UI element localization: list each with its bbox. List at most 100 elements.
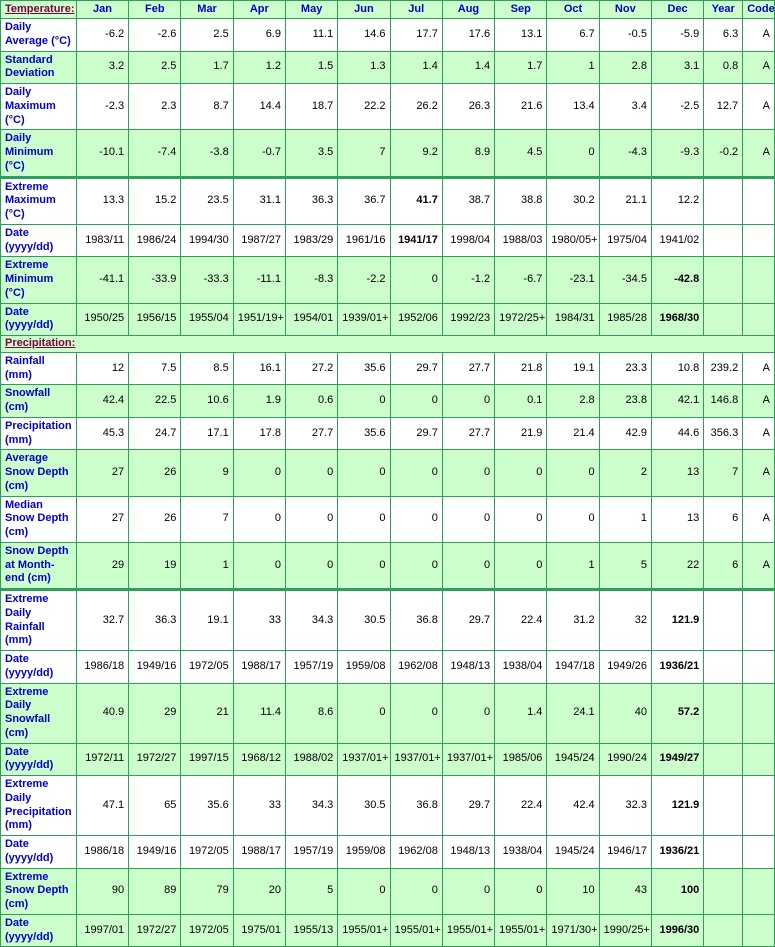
cell-mar: 10.6	[180, 384, 234, 418]
cell-oct: 31.2	[546, 588, 600, 651]
cell-feb: 65	[128, 775, 182, 836]
cell-year	[703, 223, 744, 258]
cell-aug: 0	[441, 449, 496, 497]
cell-sep: 1972/25+	[494, 302, 548, 336]
cell-jun: 36.7	[337, 175, 391, 225]
cell-jul: 1937/01+	[389, 742, 443, 776]
table-row: Snow Depth at Month-end (cm) 29 19 1 0 0 0 0 0 0 1…	[0, 541, 775, 591]
cell-code	[742, 867, 775, 915]
row-label: Snow Depth at Month-end (cm)	[0, 541, 77, 591]
cell-jul: 1952/06	[389, 302, 443, 336]
cell-sep: 21.6	[494, 82, 548, 131]
cell-jan: 42.4	[75, 384, 130, 418]
cell-feb: 1972/27	[128, 742, 182, 776]
cell-apr: 33	[232, 588, 286, 651]
cell-jul: 0	[389, 256, 443, 304]
cell-oct: 2.8	[546, 384, 600, 418]
cell-year: 7	[703, 449, 744, 497]
cell-aug: 0	[441, 495, 496, 543]
cell-apr: 11.4	[232, 682, 286, 744]
cell-code: A	[742, 18, 775, 52]
cell-nov: 2	[598, 449, 652, 497]
cell-apr: 14.4	[232, 82, 286, 131]
cell-year: 239.2	[703, 351, 744, 386]
cell-jun: 1.3	[337, 50, 391, 84]
cell-nov: -34.5	[598, 256, 652, 304]
cell-jun: 35.6	[337, 351, 391, 386]
cell-oct: 1980/05+	[546, 223, 600, 258]
cell-oct: 10	[546, 867, 600, 915]
cell-jun: 22.2	[337, 82, 391, 131]
cell-jul: 0	[389, 682, 443, 744]
cell-sep: 21.9	[494, 416, 548, 451]
column-header-jul: Jul	[389, 0, 443, 19]
cell-jul: 1.4	[389, 50, 443, 84]
table-row: Rainfall (mm) 12 7.5 8.5 16.1 27.2 35.6 29.7 27.…	[0, 351, 775, 386]
row-label: Extreme Daily Rainfall (mm)	[0, 588, 77, 651]
cell-sep: 1938/04	[494, 835, 548, 869]
cell-jun: 1961/16	[337, 223, 391, 258]
table-row: Extreme Maximum (°C) 13.3 15.2 23.5 31.1 36.3…	[0, 175, 775, 225]
cell-sep: 0	[494, 541, 548, 591]
cell-sep: 1985/06	[494, 742, 548, 776]
cell-jan: 1986/18	[75, 835, 130, 869]
cell-may: 0	[284, 541, 339, 591]
cell-dec: -9.3	[650, 129, 705, 178]
table-row: Median Snow Depth (cm) 27 26 7 0 0 0 0 0 0 0 1 13 6 A	[0, 495, 775, 543]
cell-oct: 24.1	[546, 682, 600, 744]
cell-dec: 100	[650, 867, 705, 915]
table-row: Date (yyyy/dd) 1972/11 1972/27 1997/15 1968/…	[0, 742, 775, 776]
cell-mar: 1	[180, 541, 234, 591]
cell-apr: 0	[232, 495, 286, 543]
cell-nov: 1985/28	[598, 302, 652, 336]
cell-year	[703, 175, 744, 225]
cell-feb: 24.7	[128, 416, 182, 451]
row-label: Date (yyyy/dd)	[0, 835, 77, 869]
cell-jan: -2.3	[75, 82, 130, 131]
table-row: Daily Average (°C) -6.2 -2.6 2.5 6.9 11.1 14.6…	[0, 18, 775, 52]
cell-aug: 1992/23	[441, 302, 496, 336]
cell-feb: 1949/16	[128, 650, 182, 684]
row-label: Daily Maximum (°C)	[0, 82, 77, 131]
column-header-feb: Feb	[128, 0, 182, 19]
cell-aug: 0	[441, 384, 496, 418]
cell-feb: 2.3	[128, 82, 182, 131]
column-header-jan: Jan	[75, 0, 130, 19]
cell-feb: 15.2	[128, 175, 182, 225]
cell-year: 12.7	[703, 82, 744, 131]
cell-jul: 29.7	[389, 351, 443, 386]
cell-nov: 1949/26	[598, 650, 652, 684]
cell-code: A	[742, 82, 775, 131]
table-row: Precipitation (mm) 45.3 24.7 17.1 17.8 27.7 35…	[0, 416, 775, 451]
cell-aug: 17.6	[441, 18, 496, 52]
cell-dec: 13	[650, 449, 705, 497]
cell-may: 0.6	[284, 384, 339, 418]
table-row: Extreme Minimum (°C) -41.1 -33.9 -33.3 -11.1…	[0, 256, 775, 304]
row-label: Median Snow Depth (cm)	[0, 495, 77, 543]
cell-oct: 0	[546, 495, 600, 543]
cell-may: -8.3	[284, 256, 339, 304]
cell-feb: 22.5	[128, 384, 182, 418]
cell-sep: 21.8	[494, 351, 548, 386]
row-label: Extreme Minimum (°C)	[0, 256, 77, 304]
cell-dec: 42.1	[650, 384, 705, 418]
cell-jul: 1962/08	[389, 835, 443, 869]
cell-apr: 1988/17	[232, 835, 286, 869]
row-label: Extreme Snow Depth (cm)	[0, 867, 77, 915]
cell-code: A	[742, 351, 775, 386]
cell-may: 0	[284, 449, 339, 497]
cell-apr: 1987/27	[232, 223, 286, 258]
column-header-apr: Apr	[232, 0, 286, 19]
cell-aug: 1937/01+	[441, 742, 496, 776]
cell-jan: 40.9	[75, 682, 130, 744]
cell-jun: -2.2	[337, 256, 391, 304]
cell-code: A	[742, 129, 775, 178]
table-row: Extreme Daily Precipitation (mm) 47.1 65 35…	[0, 775, 775, 836]
cell-may: 1955/13	[284, 913, 339, 947]
cell-year	[703, 775, 744, 836]
cell-feb: -7.4	[128, 129, 182, 178]
cell-mar: 1955/04	[180, 302, 234, 336]
row-label: Rainfall (mm)	[0, 351, 77, 386]
cell-feb: 7.5	[128, 351, 182, 386]
cell-aug: 29.7	[441, 775, 496, 836]
